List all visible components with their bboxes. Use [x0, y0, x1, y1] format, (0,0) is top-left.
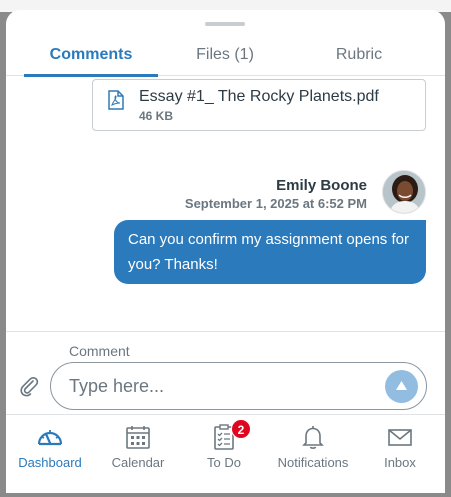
avatar-photo: [383, 171, 425, 213]
screen-backdrop: Comments Files (1) Rubric Essay #1_ The …: [0, 0, 451, 497]
sheet-drag-handle[interactable]: [205, 22, 245, 26]
comment-timestamp: September 1, 2025 at 6:52 PM: [184, 196, 367, 211]
nav-todo[interactable]: 2 To Do: [184, 415, 264, 475]
dashboard-gauge-icon: [37, 430, 63, 446]
comment-field-label: Comment: [69, 343, 130, 359]
comment-author: Emily Boone: [276, 177, 367, 194]
composer-divider: [6, 331, 445, 332]
comment-input-container: [50, 362, 427, 410]
active-tab-indicator: [24, 74, 158, 77]
attachment-filename: Essay #1_ The Rocky Planets.pdf: [139, 88, 379, 105]
send-button[interactable]: [385, 370, 418, 403]
bottom-tab-bar: Dashboard Calendar 2 To Do Notifications…: [6, 414, 445, 493]
tab-files-label: Files (1): [196, 46, 254, 63]
tab-files[interactable]: Files (1): [156, 40, 294, 76]
attachment-card[interactable]: Essay #1_ The Rocky Planets.pdf 46 KB: [92, 79, 426, 131]
nav-notifications-label: Notifications: [277, 455, 349, 470]
tab-rubric-label: Rubric: [335, 46, 383, 63]
avatar[interactable]: [382, 170, 426, 214]
nav-inbox-label: Inbox: [384, 455, 416, 470]
nav-notifications[interactable]: Notifications: [268, 415, 358, 475]
calendar-icon: [126, 426, 150, 449]
submission-comments-sheet: Comments Files (1) Rubric Essay #1_ The …: [6, 10, 445, 493]
nav-todo-label: To Do: [207, 455, 241, 470]
nav-calendar-label: Calendar: [111, 455, 165, 470]
paperclip-icon[interactable]: [18, 375, 40, 397]
pdf-file-icon: [108, 90, 124, 110]
comment-message-bubble: Can you confirm my assignment opens for …: [114, 220, 426, 284]
tab-comments-label: Comments: [49, 46, 133, 63]
envelope-icon: [388, 429, 412, 446]
todo-count-badge: 2: [231, 419, 251, 439]
tab-bar: Comments Files (1) Rubric: [6, 40, 445, 77]
nav-inbox[interactable]: Inbox: [360, 415, 440, 475]
nav-calendar[interactable]: Calendar: [98, 415, 178, 475]
arrow-up-icon: [396, 381, 407, 390]
tab-comments[interactable]: Comments: [24, 40, 158, 77]
nav-dashboard[interactable]: Dashboard: [10, 415, 90, 475]
nav-dashboard-label: Dashboard: [18, 455, 82, 470]
tab-rubric[interactable]: Rubric: [294, 40, 424, 76]
attachment-size: 46 KB: [139, 109, 174, 123]
bell-icon: [302, 426, 324, 449]
comment-input[interactable]: [69, 373, 369, 399]
